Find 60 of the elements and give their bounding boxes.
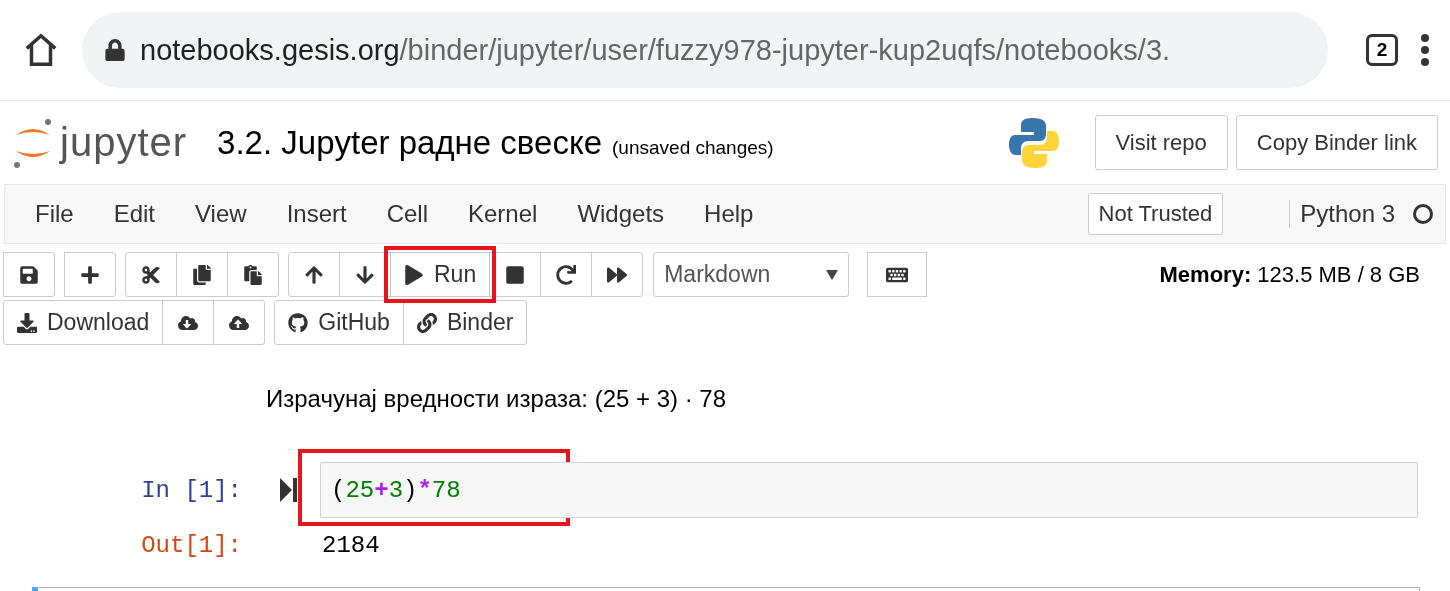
menu-item[interactable]: Kernel	[448, 200, 558, 228]
memory-usage: Memory: 123.5 MB / 8 GB	[1159, 261, 1420, 288]
code-text: (25+3)*78	[331, 476, 461, 504]
code-input[interactable]: (25+3)*78	[320, 462, 1418, 518]
binder-button[interactable]: Binder	[402, 300, 528, 345]
cloud-download-button[interactable]	[162, 300, 215, 345]
github-button[interactable]: GitHub	[274, 300, 404, 345]
github-icon	[288, 312, 309, 333]
header-button[interactable]: Copy Binder link	[1235, 115, 1438, 170]
restart-icon	[556, 264, 577, 285]
keyboard-button[interactable]	[867, 252, 928, 297]
cut-button[interactable]	[125, 252, 177, 297]
scissors-icon	[141, 264, 161, 285]
header-button[interactable]: Visit repo	[1094, 115, 1228, 170]
move-down-button[interactable]	[339, 252, 391, 297]
input-prompt: In [1]:	[140, 476, 242, 504]
copy-icon	[192, 264, 212, 285]
plus-icon	[80, 264, 100, 285]
download-button[interactable]: Download	[3, 300, 164, 345]
lock-icon	[104, 39, 126, 61]
output-prompt: Out[1]:	[140, 531, 242, 559]
copy-button[interactable]	[176, 252, 228, 297]
restart-button[interactable]	[540, 252, 593, 297]
run-all-button[interactable]	[591, 252, 644, 297]
tab-count[interactable]: 2	[1366, 34, 1398, 66]
play-icon	[404, 264, 424, 285]
python-logo-icon	[1006, 115, 1061, 170]
run-indicator-icon	[280, 478, 298, 502]
notebook-title[interactable]: 3.2. Jupyter радне свеске	[217, 123, 603, 162]
markdown-text: Израчунај вредности израза: (25 + 3) · 78	[266, 385, 728, 414]
paste-icon	[243, 264, 263, 285]
logo-text: jupyter	[60, 120, 188, 165]
link-icon	[416, 312, 437, 333]
stop-icon	[505, 264, 526, 285]
save-icon	[19, 264, 39, 285]
menu-item[interactable]: File	[15, 200, 94, 228]
caret-icon	[826, 269, 839, 280]
menu-item[interactable]: Widgets	[557, 200, 685, 228]
save-status: (unsaved changes)	[612, 136, 774, 159]
menu-item[interactable]: View	[175, 200, 267, 228]
download-icon	[17, 312, 37, 333]
down-arrow-icon	[355, 264, 375, 285]
menu-item[interactable]: Insert	[266, 200, 367, 228]
menu-item[interactable]: Help	[684, 200, 774, 228]
trust-indicator[interactable]: Not Trusted	[1087, 193, 1224, 235]
move-up-button[interactable]	[288, 252, 340, 297]
address-bar[interactable]: notebooks.gesis.org/binder/jupyter/user/fuzzy978-jupyter-kup2uqfs/notebooks/3.	[82, 12, 1328, 88]
menu-item[interactable]: Edit	[93, 200, 176, 228]
menu-item[interactable]: Cell	[366, 200, 448, 228]
url-text: notebooks.gesis.org/binder/jupyter/user/fuzzy978-jupyter-kup2uqfs/notebooks/3.	[140, 33, 1171, 67]
output-text: 2184	[322, 531, 380, 559]
more-menu-icon[interactable]	[1420, 33, 1430, 67]
cell-type-select[interactable]: Markdown	[653, 252, 850, 297]
add-cell-button[interactable]	[64, 252, 116, 297]
save-button[interactable]	[3, 252, 55, 297]
paste-button[interactable]	[227, 252, 279, 297]
up-arrow-icon	[304, 264, 324, 285]
jupyter-logo-icon	[12, 116, 54, 169]
cloud-upload-button[interactable]	[213, 300, 266, 345]
kernel-name: Python 3	[1289, 200, 1395, 228]
